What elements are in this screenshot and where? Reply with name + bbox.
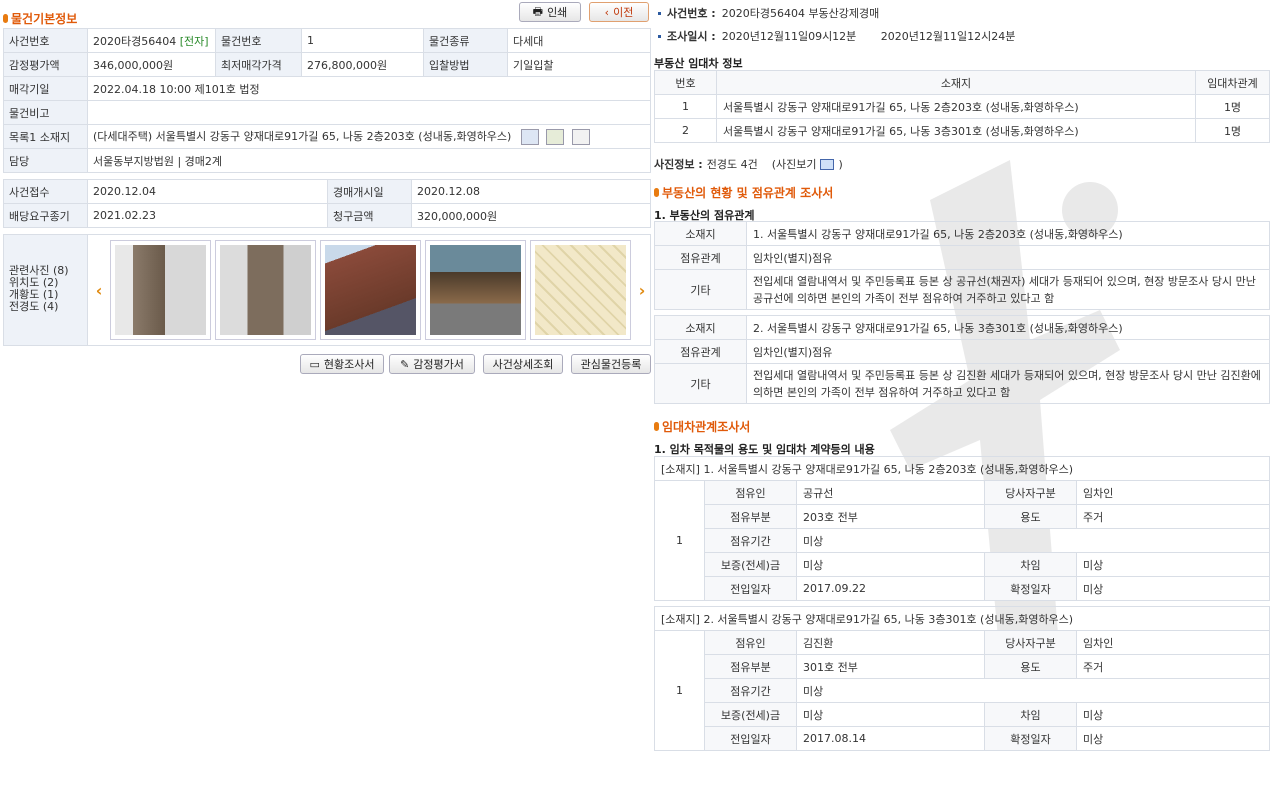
orange-dot-icon bbox=[654, 422, 659, 431]
photo-thumbnail[interactable] bbox=[215, 240, 316, 340]
map-icon[interactable] bbox=[520, 129, 539, 145]
dates-table: 사건접수 2020.12.04 경매개시일 2020.12.08 배당요구종기 … bbox=[3, 179, 651, 228]
table-row: 사건번호 2020타경56404 [전자] 물건번호 1 물건종류 다세대 bbox=[3, 28, 651, 53]
orange-dot-icon bbox=[3, 14, 8, 23]
table-row: 감정평가액 346,000,000원 최저매각가격 276,800,000원 입… bbox=[3, 52, 651, 77]
tenant-table-2: [소재지] 2. 서울특별시 강동구 양재대로91가길 65, 나동 3층301… bbox=[654, 606, 1270, 751]
lease-use-title: 1. 임차 목적물의 용도 및 임대차 계약등의 내용 bbox=[654, 443, 875, 456]
table-row: 기타 전입세대 열람내역서 및 주민등록표 등본 상 김진환 세대가 등재되어 있… bbox=[654, 363, 1270, 404]
table-row: 점유부분 203호 전부 용도 주거 bbox=[655, 504, 1270, 529]
photo-thumbnail[interactable] bbox=[110, 240, 211, 340]
table-row: 보증(전세)금 미상 차임 미상 bbox=[655, 702, 1270, 727]
table-header-row: 번호 소재지 임대차관계 bbox=[654, 70, 1270, 95]
table-row: 소재지 1. 서울특별시 강동구 양재대로91가길 65, 나동 2층203호 (… bbox=[654, 221, 1270, 246]
table-row: [소재지] 1. 서울특별시 강동구 양재대로91가길 65, 나동 2층203… bbox=[654, 456, 1270, 481]
table-row: 담당 서울동부지방법원 | 경매2계 bbox=[3, 148, 651, 173]
streetview-icon[interactable] bbox=[546, 129, 565, 145]
section-title-basic: 물건기본정보 bbox=[3, 10, 77, 27]
tenant-table-1: [소재지] 1. 서울특별시 강동구 양재대로91가길 65, 나동 2층203… bbox=[654, 456, 1270, 601]
case-number-line: 사건번호 : 2020타경56404 부동산강제경매 bbox=[658, 5, 879, 21]
table-row: 점유관계 임차인(별지)점유 bbox=[654, 339, 1270, 364]
table-row: 점유기간 미상 bbox=[655, 678, 1270, 703]
bullet-icon bbox=[658, 34, 661, 38]
table-row: 점유관계 임차인(별지)점유 bbox=[654, 245, 1270, 270]
survey-date-line: 조사일시 : 2020년12월11일09시12분 2020년12월11일12시2… bbox=[658, 28, 1015, 44]
photo-thumbnail[interactable] bbox=[320, 240, 421, 340]
watchlist-button[interactable]: 관심물건등록 bbox=[571, 354, 651, 374]
table-row: 매각기일 2022.04.18 10:00 제101호 법정 bbox=[3, 76, 651, 101]
basic-info-table: 사건번호 2020타경56404 [전자] 물건번호 1 물건종류 다세대 감정… bbox=[3, 28, 651, 173]
real-estate-icon[interactable] bbox=[571, 129, 590, 145]
lease-info-title: 부동산 임대차 정보 bbox=[654, 57, 743, 70]
photo-view-link[interactable]: (사진보기 bbox=[772, 156, 817, 172]
gallery-prev-arrow-icon[interactable]: ‹ bbox=[92, 281, 106, 300]
photo-thumbnail[interactable] bbox=[425, 240, 526, 340]
photo-category-list: 관련사진 (8) 위치도 (2) 개황도 (1) 전경도 (4) bbox=[4, 235, 88, 345]
document-icon: ▭ bbox=[309, 357, 320, 371]
bullet-icon bbox=[658, 11, 661, 15]
lease-survey-title: 임대차관계조사서 bbox=[654, 418, 750, 435]
table-row: 1 점유인 공규선 당사자구분 임차인 bbox=[654, 480, 1270, 601]
status-section-title: 부동산의 현황 및 점유관계 조사서 bbox=[654, 184, 833, 201]
prev-button[interactable]: ‹ 이전 bbox=[589, 2, 649, 22]
table-row: 1 점유인 김진환 당사자구분 임차인 bbox=[654, 630, 1270, 751]
gallery-next-arrow-icon[interactable]: › bbox=[635, 281, 649, 300]
print-button[interactable]: 🖶 인쇄 bbox=[519, 2, 581, 22]
table-row: [소재지] 2. 서울특별시 강동구 양재대로91가길 65, 나동 3층301… bbox=[654, 606, 1270, 631]
table-row: 점유기간 미상 bbox=[655, 528, 1270, 553]
chevron-left-icon: ‹ bbox=[604, 5, 610, 19]
occupy-table-2: 소재지 2. 서울특별시 강동구 양재대로91가길 65, 나동 3층301호 (… bbox=[654, 315, 1270, 404]
table-row: 점유부분 301호 전부 용도 주거 bbox=[655, 654, 1270, 679]
status-report-button[interactable]: ▭ 현황조사서 bbox=[300, 354, 384, 374]
photo-info-line: 사진정보 : 전경도 4건 (사진보기 ) bbox=[654, 156, 843, 172]
table-row: 보증(전세)금 미상 차임 미상 bbox=[655, 552, 1270, 577]
table-row: 1 서울특별시 강동구 양재대로91가길 65, 나동 2층203호 (성내동,… bbox=[654, 94, 1270, 119]
photo-category[interactable]: 전경도 (4) bbox=[9, 301, 87, 313]
table-row: 전입일자 2017.09.22 확정일자 미상 bbox=[655, 576, 1270, 601]
table-row: 물건비고 bbox=[3, 100, 651, 125]
appraisal-button[interactable]: ✎ 감정평가서 bbox=[389, 354, 475, 374]
lease-info-table: 번호 소재지 임대차관계 1 서울특별시 강동구 양재대로91가길 65, 나동… bbox=[654, 70, 1270, 143]
photo-view-icon[interactable] bbox=[820, 158, 835, 170]
table-row: 2 서울특별시 강동구 양재대로91가길 65, 나동 3층301호 (성내동,… bbox=[654, 118, 1270, 143]
table-row: 배당요구종기 2021.02.23 청구금액 320,000,000원 bbox=[3, 203, 651, 228]
case-basic-panel: 물건기본정보 🖶 인쇄 ‹ 이전 사건번호 2020타경56404 [전자] 물건번… bbox=[3, 0, 651, 376]
electronic-tag: [전자] bbox=[179, 34, 209, 48]
photo-gallery: 관련사진 (8) 위치도 (2) 개황도 (1) 전경도 (4) ‹ › bbox=[3, 234, 651, 346]
table-row: 전입일자 2017.08.14 확정일자 미상 bbox=[655, 726, 1270, 751]
table-row: 소재지 2. 서울특별시 강동구 양재대로91가길 65, 나동 3층301호 (… bbox=[654, 315, 1270, 340]
edit-icon: ✎ bbox=[400, 357, 410, 371]
table-row: 기타 전입세대 열람내역서 및 주민등록표 등본 상 공규선(채권자) 세대가 등… bbox=[654, 269, 1270, 310]
occupy-table-1: 소재지 1. 서울특별시 강동구 양재대로91가길 65, 나동 2층203호 (… bbox=[654, 221, 1270, 310]
table-row: 사건접수 2020.12.04 경매개시일 2020.12.08 bbox=[3, 179, 651, 204]
case-detail-button[interactable]: 사건상세조회 bbox=[483, 354, 563, 374]
orange-dot-icon bbox=[654, 188, 659, 197]
bottom-button-row: ▭ 현황조사서 ✎ 감정평가서 사건상세조회 관심물건등록 bbox=[3, 350, 651, 376]
table-row: 목록1 소재지 (다세대주택) 서울특별시 강동구 양재대로91가길 65, 나… bbox=[3, 124, 651, 149]
map-thumbnail[interactable] bbox=[530, 240, 631, 340]
printer-icon: 🖶 bbox=[532, 4, 544, 18]
